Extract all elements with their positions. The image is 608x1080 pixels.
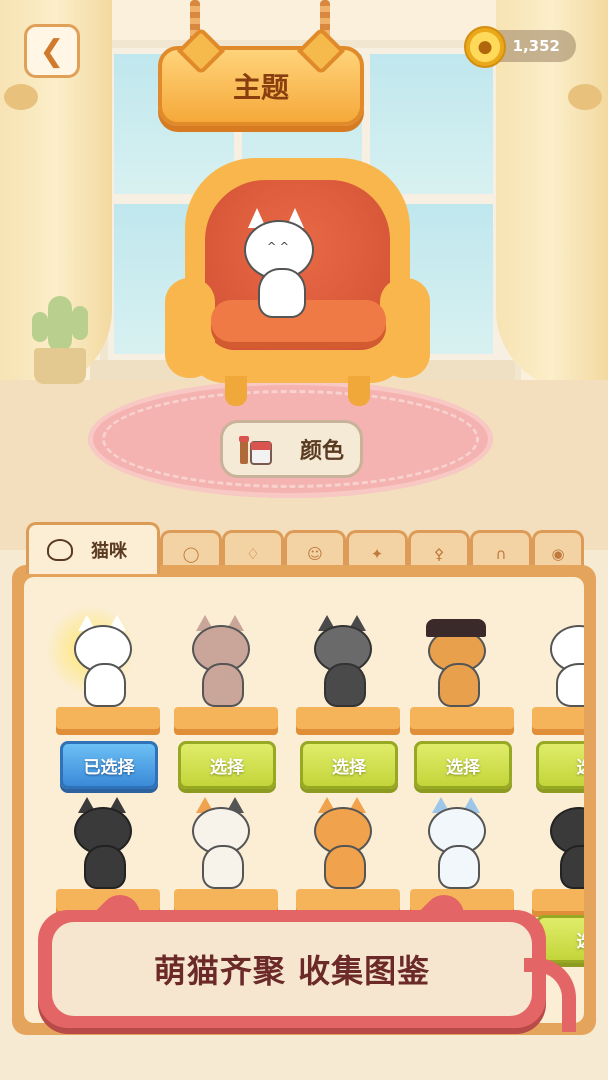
select-button[interactable]: 选择 [300, 741, 398, 789]
hat-icon: ◯ [182, 544, 200, 563]
title-sign: 主题 [158, 26, 364, 126]
theme-screen: ❮ 主题 1,352 ● ^ ^ 颜色 猫咪 ◯ ♢ ☺ ✦ ⚴ ∩ ◉ 已选择… [0, 0, 608, 1080]
chevron-left-icon: ❮ [39, 33, 65, 69]
cat-card: 选择 [286, 615, 406, 789]
tab-cats-label: 猫咪 [91, 540, 127, 562]
banner-text: 萌猫齐聚 收集图鉴 [153, 952, 431, 990]
black-cat [72, 797, 142, 889]
blue-pattern-cat [426, 797, 496, 889]
raccoon-cat [312, 615, 382, 707]
select-button-label: 选择 [332, 757, 366, 778]
select-button[interactable]: 选择 [414, 741, 512, 789]
white-cat [72, 615, 142, 707]
coin-amount: 1,352 [512, 37, 560, 55]
cat-card: 选择 [400, 615, 520, 789]
back-button[interactable]: ❮ [24, 24, 80, 78]
select-button-label: 选 [577, 927, 585, 952]
curtain-tie-right [568, 84, 602, 110]
cat-head-icon [47, 538, 73, 561]
page-title: 主题 [232, 71, 289, 104]
cat-card: 已选择 [46, 605, 166, 789]
selected-button[interactable]: 已选择 [60, 741, 158, 789]
bone-icon: ⚴ [433, 544, 445, 563]
face-icon: ☺ [307, 544, 323, 563]
pirate-cat [426, 615, 496, 707]
select-button-label: 选 [577, 753, 585, 778]
cat-card: 选择 [164, 615, 284, 789]
brown-cat [190, 615, 260, 707]
selected-button-label: 已选择 [83, 757, 135, 778]
pose-icon: ∩ [495, 544, 507, 563]
calico-cat [190, 797, 260, 889]
orange-cat [312, 797, 382, 889]
preview-cat: ^ ^ [240, 208, 320, 318]
select-button-label: 选择 [210, 757, 244, 778]
dark-cat [548, 797, 584, 889]
white-fluffy-cat [548, 615, 584, 707]
select-button[interactable]: 选择 [178, 741, 276, 789]
color-button[interactable]: 颜色 [220, 420, 363, 478]
paint-bucket-icon [239, 436, 272, 465]
cat-card: 选 [522, 615, 584, 789]
cactus-plant [20, 290, 100, 390]
accessory-icon: ✦ [370, 544, 384, 563]
toy-icon: ◉ [551, 544, 565, 563]
color-button-label: 颜色 [299, 439, 344, 464]
curtain-tie-left [4, 84, 38, 110]
promo-banner: 萌猫齐聚 收集图鉴 [38, 910, 546, 1028]
clothes-icon: ♢ [246, 544, 260, 563]
paw-coin-icon: ● [464, 26, 506, 68]
select-button[interactable]: 选 [536, 741, 584, 789]
select-button-label: 选择 [446, 757, 480, 778]
tab-cats[interactable]: 猫咪 [26, 522, 160, 574]
